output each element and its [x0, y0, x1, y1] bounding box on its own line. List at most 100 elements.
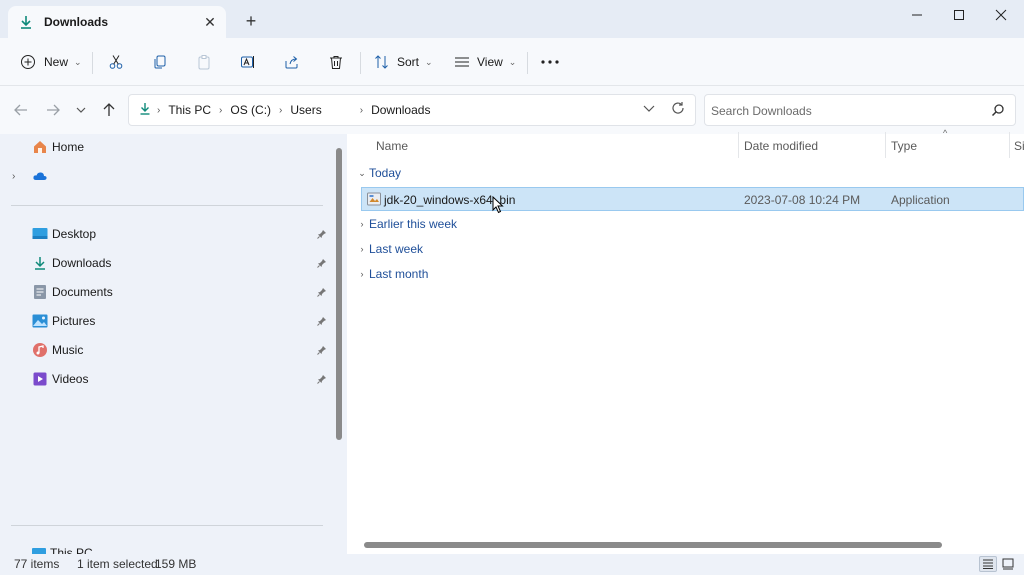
group-label: Earlier this week	[369, 217, 458, 231]
search-box[interactable]: Search Downloads	[704, 94, 1016, 126]
share-button[interactable]	[284, 50, 300, 74]
file-row[interactable]: jdk-20_windows-x64_bin 2023-07-08 10:24 …	[361, 187, 1024, 211]
pin-icon[interactable]	[316, 287, 328, 299]
sidebar-item-downloads[interactable]: Downloads	[32, 253, 111, 273]
view-button[interactable]: View ⌄	[454, 50, 516, 74]
group-header-last-month[interactable]: › Last month	[357, 265, 429, 283]
expand-chevron-icon[interactable]: ›	[12, 171, 15, 182]
column-header-name[interactable]: Name	[376, 139, 408, 153]
search-icon[interactable]	[991, 103, 1005, 120]
column-header-type[interactable]: Type	[891, 139, 917, 153]
new-button[interactable]: New ⌄	[20, 50, 82, 74]
title-bar: Downloads ✕ +	[0, 0, 1024, 38]
selection-size: 159 MB	[155, 557, 197, 571]
breadcrumb-this-pc[interactable]: This PC	[168, 103, 211, 117]
column-divider[interactable]	[738, 132, 739, 158]
chevron-down-icon: ⌄	[425, 56, 433, 67]
new-tab-button[interactable]: +	[240, 10, 262, 32]
rename-icon	[240, 54, 256, 70]
pin-icon[interactable]	[316, 374, 328, 386]
close-tab-icon[interactable]: ✕	[200, 12, 220, 32]
forward-arrow-icon[interactable]	[43, 100, 63, 120]
breadcrumb-separator-icon: ›	[359, 104, 364, 116]
download-icon	[32, 255, 48, 271]
sidebar-item-label: Home	[52, 140, 85, 154]
chevron-right-icon: ›	[360, 269, 364, 279]
sidebar-item-documents[interactable]: Documents	[32, 282, 113, 302]
sidebar-item-label: Music	[52, 343, 84, 357]
status-bar: 77 items 1 item selected 159 MB	[0, 554, 1024, 575]
recent-locations-chevron-icon[interactable]	[71, 100, 91, 120]
sidebar-item-desktop[interactable]: Desktop	[32, 224, 96, 244]
selection-count: 1 item selected	[77, 557, 158, 571]
breadcrumb-users[interactable]: Users	[290, 103, 321, 117]
sort-ascending-icon: ^	[943, 128, 948, 138]
file-date: 2023-07-08 10:24 PM	[744, 193, 861, 207]
column-divider[interactable]	[885, 132, 886, 158]
divider	[11, 205, 323, 206]
pin-icon[interactable]	[316, 229, 328, 241]
sidebar-item-videos[interactable]: Videos	[32, 369, 88, 389]
pin-icon[interactable]	[316, 316, 328, 328]
more-options-button[interactable]	[541, 50, 559, 74]
tab-title: Downloads	[44, 15, 109, 29]
sort-button[interactable]: Sort ⌄	[374, 50, 433, 74]
delete-button[interactable]	[328, 50, 344, 74]
scissors-icon	[108, 54, 124, 70]
copy-button[interactable]	[152, 50, 168, 74]
details-view-button[interactable]	[979, 556, 997, 572]
video-icon	[32, 371, 48, 387]
item-count: 77 items	[14, 557, 60, 571]
group-header-earlier-this-week[interactable]: › Earlier this week	[357, 215, 458, 233]
close-window-button[interactable]	[978, 2, 1024, 28]
sort-icon	[374, 54, 390, 70]
column-divider[interactable]	[1009, 132, 1010, 158]
pin-icon[interactable]	[316, 258, 328, 270]
sidebar-item-this-pc[interactable]: This PC	[32, 546, 332, 554]
command-bar: New ⌄ Sort ⌄ View ⌄	[0, 38, 1024, 86]
tab-downloads[interactable]: Downloads ✕	[8, 6, 226, 38]
maximize-button[interactable]	[936, 2, 982, 28]
group-label: Last week	[369, 242, 424, 256]
sidebar-item-music[interactable]: Music	[32, 340, 83, 360]
column-header-size[interactable]: Si	[1014, 139, 1024, 153]
address-bar[interactable]: › This PC › OS (C:) › Users › Downloads	[128, 94, 696, 126]
tiles-view-button[interactable]	[999, 556, 1017, 572]
chevron-down-icon: ⌄	[358, 167, 366, 178]
column-header-date[interactable]: Date modified	[744, 139, 818, 153]
group-header-today[interactable]: ⌄ Today	[357, 164, 401, 182]
pin-icon[interactable]	[316, 345, 328, 357]
sidebar-scrollbar[interactable]	[336, 148, 342, 440]
breadcrumb-downloads[interactable]: Downloads	[371, 103, 430, 117]
address-dropdown-icon[interactable]	[643, 102, 655, 116]
new-label: New	[44, 55, 69, 69]
mouse-cursor-icon	[492, 195, 504, 217]
sidebar-item-label: Downloads	[52, 256, 112, 270]
music-icon	[32, 342, 48, 358]
breadcrumb-os-c[interactable]: OS (C:)	[230, 103, 271, 117]
refresh-icon[interactable]	[671, 101, 685, 118]
sidebar-item-onedrive[interactable]	[32, 166, 50, 186]
breadcrumb-separator-icon: ›	[219, 104, 223, 116]
plus-circle-icon	[20, 54, 36, 70]
back-arrow-icon[interactable]	[11, 100, 31, 120]
sidebar-item-label: Desktop	[52, 227, 97, 241]
sidebar-item-pictures[interactable]: Pictures	[32, 311, 95, 331]
minimize-button[interactable]	[894, 2, 940, 28]
document-icon	[32, 284, 48, 300]
more-icon	[541, 60, 559, 64]
group-header-last-week[interactable]: › Last week	[357, 240, 424, 258]
up-arrow-icon[interactable]	[99, 100, 119, 120]
sidebar-item-home[interactable]: Home	[32, 137, 84, 157]
download-icon	[18, 14, 34, 30]
horizontal-scrollbar[interactable]	[364, 542, 942, 548]
sidebar-item-label: Documents	[52, 285, 113, 299]
divider	[11, 525, 323, 526]
sort-label: Sort	[397, 55, 420, 69]
paste-button[interactable]	[196, 50, 212, 74]
sidebar-item-label: Videos	[52, 372, 89, 386]
home-icon	[32, 139, 48, 155]
rename-button[interactable]	[240, 50, 256, 74]
cut-button[interactable]	[108, 50, 124, 74]
download-icon	[139, 102, 151, 118]
